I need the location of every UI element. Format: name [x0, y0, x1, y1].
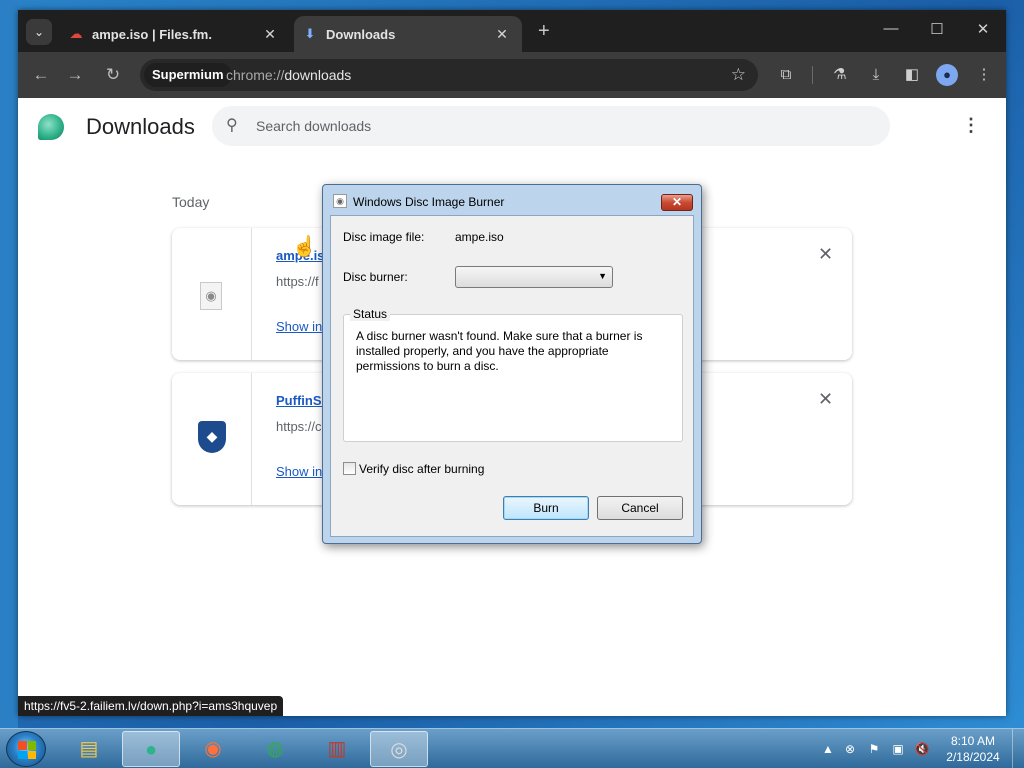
clock-date: 2/18/2024 — [946, 750, 1000, 764]
winrar-icon[interactable]: ▥ — [308, 731, 366, 767]
show-hidden-icons-icon[interactable]: ▲ — [820, 741, 836, 757]
firefox-icon[interactable]: ◉ — [184, 731, 242, 767]
minimize-button[interactable]: — — [876, 20, 906, 37]
show-in-folder-link[interactable]: Show in — [276, 464, 322, 479]
page-title: Downloads — [86, 114, 195, 139]
download-file-name-link[interactable]: PuffinSe — [276, 393, 329, 408]
desktop-edge — [0, 0, 18, 768]
tab-search-button[interactable]: ⌄ — [26, 19, 52, 45]
disc-image-file-label: Disc image file: — [343, 230, 425, 244]
show-desktop-button[interactable] — [1012, 729, 1024, 768]
action-center-flag-icon[interactable]: ⚑ — [866, 741, 882, 757]
dropdown-arrow-icon: ▼ — [598, 271, 607, 281]
remove-download-icon[interactable]: ✕ — [818, 389, 833, 410]
network-icon[interactable]: ▣ — [890, 741, 906, 757]
dialog-title: Windows Disc Image Burner — [353, 195, 505, 209]
maximize-button[interactable]: ☐ — [922, 20, 952, 38]
dialog-titlebar[interactable]: ◉ Windows Disc Image Burner ✕ — [323, 185, 701, 215]
status-group-title: Status — [350, 307, 391, 321]
dialog-close-button[interactable]: ✕ — [661, 194, 693, 211]
tab-close-icon[interactable]: ✕ — [492, 26, 512, 43]
status-groupbox: Status A disc burner wasn't found. Make … — [343, 307, 683, 442]
url-path: downloads — [284, 67, 352, 83]
disc-burner-app-icon: ◉ — [333, 194, 347, 208]
clock-time: 8:10 AM — [950, 734, 996, 748]
windows-flag-icon — [18, 741, 36, 759]
disc-image-icon[interactable]: ◎ — [370, 731, 428, 767]
download-source-url: https://c — [276, 419, 322, 434]
burn-button[interactable]: Burn — [503, 496, 589, 520]
close-window-button[interactable]: ✕ — [968, 20, 998, 38]
tab-downloads[interactable]: ⬇ Downloads ✕ — [294, 16, 522, 52]
new-tab-button[interactable]: + — [538, 21, 550, 41]
disc-image-burner-dialog: ◉ Windows Disc Image Burner ✕ Disc image… — [322, 184, 702, 544]
volume-muted-icon[interactable]: 🔇 — [914, 741, 930, 757]
menu-kebab-icon[interactable]: ⋮ — [972, 64, 996, 86]
labs-flask-icon[interactable]: ⚗ — [828, 64, 852, 86]
url-scheme: chrome:// — [226, 67, 285, 83]
supermium-logo-icon — [38, 114, 64, 140]
tab-title: ampe.iso | Files.fm. — [92, 26, 212, 42]
page-menu-kebab-icon[interactable]: ⋮ — [962, 116, 980, 134]
profile-avatar-icon[interactable]: ● — [936, 64, 958, 86]
tab-strip: ⌄ ☁ ampe.iso | Files.fm. ✕ ⬇ Downloads ✕… — [18, 10, 1006, 52]
toolbar-divider — [812, 66, 813, 84]
download-source-url: https://f — [276, 274, 319, 289]
filesfm-icon: ☁ — [69, 26, 83, 41]
search-icon: ⚲ — [226, 117, 238, 134]
remove-download-icon[interactable]: ✕ — [818, 244, 833, 265]
verify-disc-checkbox[interactable] — [343, 462, 356, 475]
security-alert-icon[interactable]: ⊗ — [842, 741, 858, 757]
download-icon-cell: ◆ — [172, 373, 252, 505]
download-icon: ⬇ — [304, 26, 316, 41]
tab-close-icon[interactable]: ✕ — [260, 26, 280, 43]
search-input[interactable] — [256, 106, 856, 146]
url-text[interactable]: chrome://downloads — [226, 59, 351, 91]
browser-chip[interactable]: Supermium — [144, 63, 232, 87]
download-icon-cell: ◉ — [172, 228, 252, 360]
forward-button[interactable]: → — [64, 64, 86, 86]
show-in-folder-link[interactable]: Show in — [276, 319, 322, 334]
tab-files-fm[interactable]: ☁ ampe.iso | Files.fm. ✕ — [60, 16, 290, 52]
dialog-body: Disc image file: ampe.iso Disc burner: ▼… — [330, 215, 694, 537]
search-downloads-box[interactable]: ⚲ — [212, 106, 890, 146]
browser-toolbar: ← → ↻ Supermium chrome://downloads ☆ ⧉ ⚗… — [18, 52, 1006, 98]
disc-burner-label: Disc burner: — [343, 270, 408, 284]
verify-disc-label[interactable]: Verify disc after burning — [359, 462, 484, 476]
status-message: A disc burner wasn't found. Make sure th… — [356, 329, 643, 373]
back-button[interactable]: ← — [30, 64, 52, 86]
chrome-icon[interactable]: ◍ — [246, 731, 304, 767]
puffin-shield-icon: ◆ — [198, 421, 226, 453]
bookmark-star-icon[interactable]: ☆ — [731, 65, 746, 85]
disc-image-file-value: ampe.iso — [455, 230, 504, 244]
address-bar[interactable]: Supermium chrome://downloads ☆ — [140, 59, 758, 91]
file-explorer-icon[interactable]: ▤ — [60, 731, 118, 767]
hand-pointer-cursor-icon: ☝ — [292, 236, 317, 258]
cancel-button[interactable]: Cancel — [597, 496, 683, 520]
disc-burner-select[interactable]: ▼ — [455, 266, 613, 288]
link-hover-status-url: https://fv5-2.failiem.lv/down.php?i=ams3… — [18, 696, 284, 716]
date-header: Today — [172, 194, 210, 210]
tab-title: Downloads — [326, 26, 396, 42]
windows-taskbar: ▤ ● ◉ ◍ ▥ ◎ ▲ ⊗ ⚑ ▣ 🔇 8:10 AM 2/18/2024 — [0, 728, 1024, 768]
downloads-toolbar-icon[interactable]: ⤓ — [864, 64, 888, 86]
taskbar-clock[interactable]: 8:10 AM 2/18/2024 — [938, 733, 1008, 765]
start-button[interactable] — [6, 731, 46, 767]
extensions-icon[interactable]: ⧉ — [774, 64, 798, 86]
reload-button[interactable]: ↻ — [102, 64, 124, 86]
disc-file-icon: ◉ — [200, 282, 222, 310]
supermium-icon[interactable]: ● — [122, 731, 180, 767]
side-panel-icon[interactable]: ◧ — [900, 64, 924, 86]
